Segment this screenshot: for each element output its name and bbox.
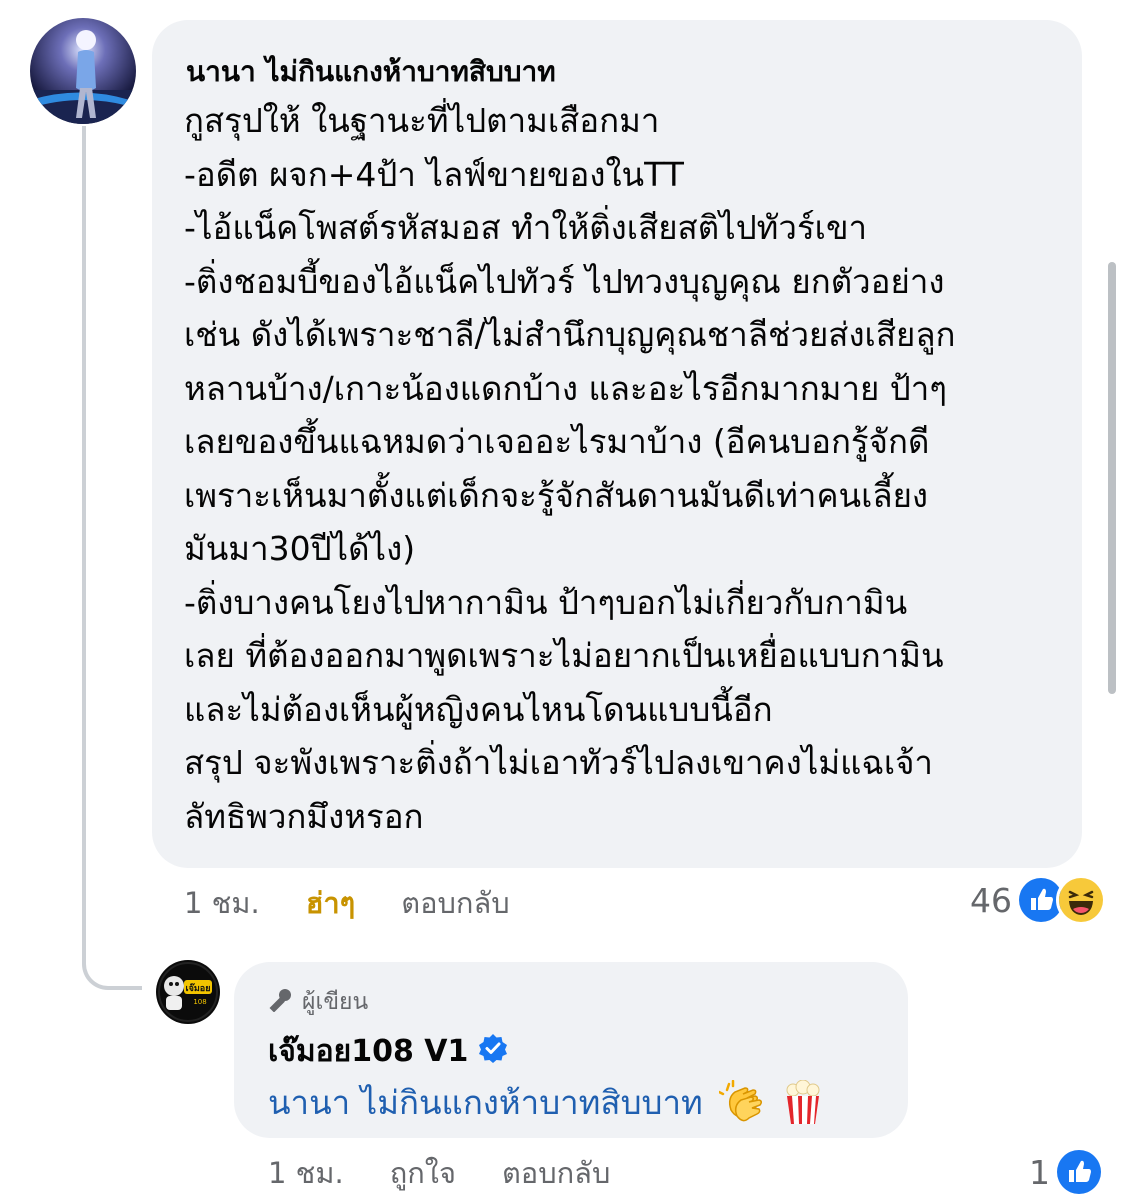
page-avatar-text: เจ๊มอย xyxy=(186,983,211,994)
reply-button[interactable]: ตอบกลับ xyxy=(502,1150,610,1196)
thread-connector-curve xyxy=(82,930,142,990)
reply-button[interactable]: ตอบกลับ xyxy=(401,880,509,926)
comment-timestamp[interactable]: 1 ชม. xyxy=(184,880,260,926)
comment-line: เลย ที่ต้องออกมาพูดเพราะไม่อยากเป็นเหยื่… xyxy=(184,636,944,675)
reply-bubble: ผู้เขียน เจ๊มอย108 V1 นานา ไม่กินแกงห้าบ… xyxy=(234,962,908,1138)
comment-text: กูสรุปให้ ในฐานะที่ไปตามเสือกมา -อดีต ผจ… xyxy=(184,94,1064,843)
reply-reaction-count: 1 xyxy=(1029,1152,1050,1192)
reply-text: นานา ไม่กินแกงห้าบาทสิบบาท xyxy=(268,1076,823,1129)
reply-actions: 1 ชม. ถูกใจ ตอบกลับ xyxy=(268,1150,656,1196)
comment-line: เพราะเห็นมาตั้งแต่เด็กจะรู้จักสันดานมันด… xyxy=(184,475,929,515)
comment-line: กูสรุปให้ ในฐานะที่ไปตามเสือกมา xyxy=(184,101,660,140)
popcorn-emoji xyxy=(783,1079,823,1126)
comment-line: -ติ่งบางคนโยงไปหากามิน ป้าๆบอกไม่เกี่ยวก… xyxy=(184,582,908,622)
mention-link[interactable]: นานา ไม่กินแกงห้าบาทสิบบาท xyxy=(268,1076,703,1129)
comment-author-name[interactable]: นานา ไม่กินแกงห้าบาทสิบบาท xyxy=(186,50,556,94)
commenter-avatar[interactable] xyxy=(30,18,136,124)
author-badge: ผู้เขียน xyxy=(268,984,368,1020)
haha-reaction-button[interactable]: ฮ่าๆ xyxy=(306,880,356,926)
comment-line: สรุป จะพังเพราะติ่งถ้าไม่เอาทัวร์ไปลงเขา… xyxy=(184,743,933,782)
comment-line: เช่น ดังได้เพราะชาลี/ไม่สำนึกบุญคุณชาลีช… xyxy=(184,315,956,354)
scrollbar-thumb[interactable] xyxy=(1108,262,1116,694)
verified-badge-icon xyxy=(478,1033,508,1071)
thread-connector-line xyxy=(82,126,86,964)
reply-reaction-summary[interactable]: 1 xyxy=(1029,1144,1104,1200)
haha-reaction-icon xyxy=(1056,875,1106,925)
reply-author: เจ๊มอย108 V1 xyxy=(268,1028,508,1075)
comment-line: -ไอ้แน็คโพสต์รหัสมอส ทำให้ติ่งเสียสติไปท… xyxy=(184,208,868,247)
like-button[interactable]: ถูกใจ xyxy=(390,1150,456,1196)
comment-line: -อดีต ผจก+4ป้า ไลฟ์ขายของในTT xyxy=(184,154,684,194)
reaction-count: 46 xyxy=(970,880,1012,920)
comment-line: เลยของขึ้นแฉหมดว่าเจออะไรมาบ้าง (อีคนบอก… xyxy=(184,422,930,461)
reaction-summary[interactable]: 46 xyxy=(970,872,1106,928)
like-reaction-icon xyxy=(1054,1147,1104,1197)
reply-timestamp[interactable]: 1 ชม. xyxy=(268,1150,344,1196)
page-avatar[interactable]: เจ๊มอย 108 xyxy=(156,960,220,1024)
comment-bubble: นานา ไม่กินแกงห้าบาทสิบบาท กูสรุปให้ ในฐ… xyxy=(152,20,1082,868)
comment-line: และไม่ต้องเห็นผู้หญิงคนไหนโดนแบบนี้อีก xyxy=(184,689,773,729)
comment-line: -ติ่งชอมบี้ของไอ้แน็คไปทัวร์ ไปทวงบุญคุณ… xyxy=(184,261,945,301)
svg-text:108: 108 xyxy=(193,998,206,1006)
comment-actions: 1 ชม. ฮ่าๆ ตอบกลับ xyxy=(184,880,556,926)
author-badge-label: ผู้เขียน xyxy=(302,989,369,1015)
comment-line: มันมา30ปีได้ไง) xyxy=(184,529,416,568)
reply-author-name[interactable]: เจ๊มอย108 V1 xyxy=(268,1028,468,1075)
microphone-icon xyxy=(268,986,294,1018)
comment-line: ลัทธิพวกมึงหรอก xyxy=(184,796,424,836)
clapping-hands-emoji xyxy=(718,1079,767,1126)
comment-line: หลานบ้าง/เกาะน้องแดกบ้าง และอะไรอีกมากมา… xyxy=(184,368,947,408)
